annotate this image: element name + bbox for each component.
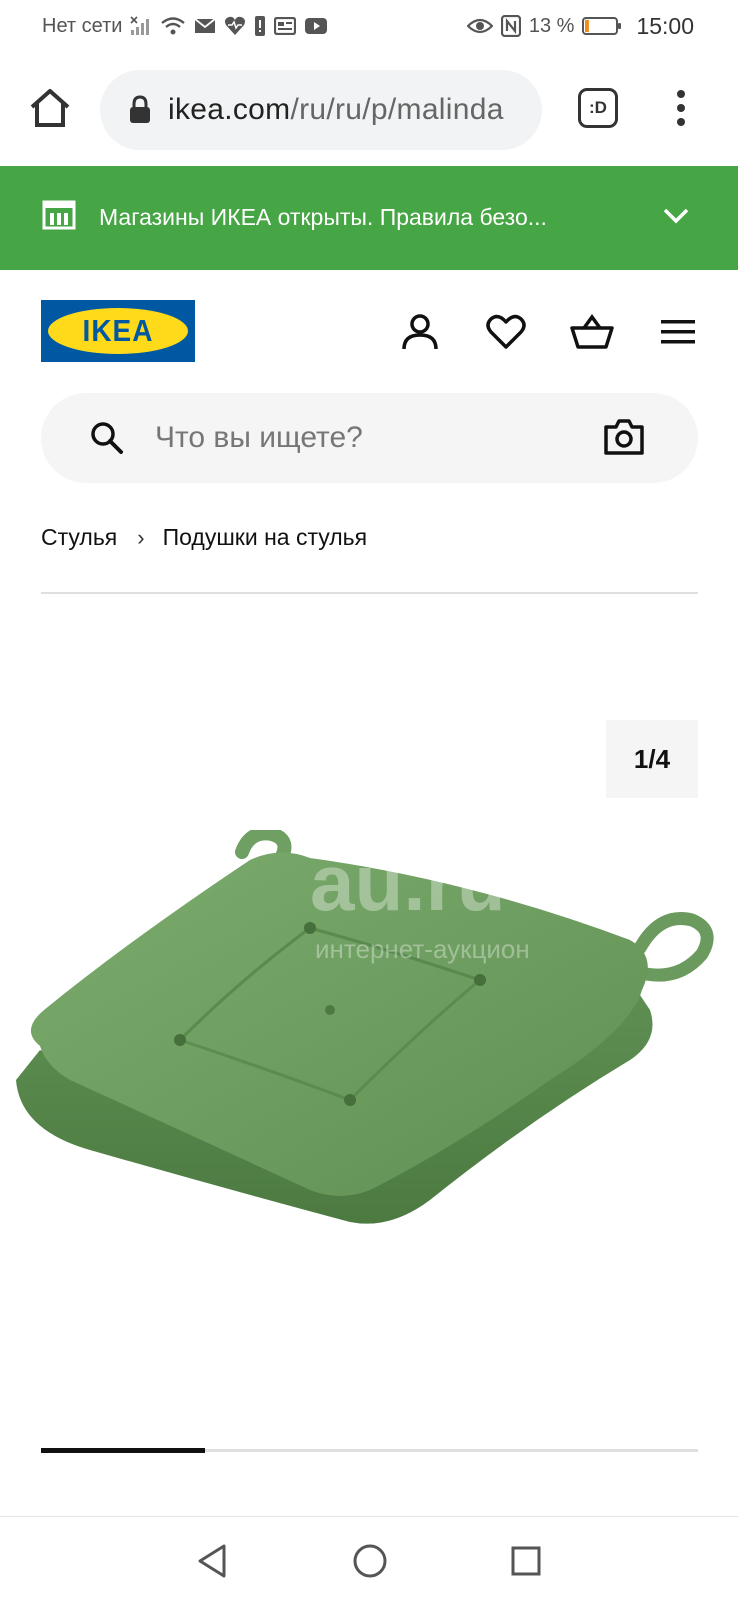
hamburger-icon [661, 320, 695, 344]
person-icon [402, 314, 438, 350]
recents-button[interactable] [506, 1541, 546, 1581]
browser-toolbar: ikea.com/ru/ru/p/malinda :D [0, 62, 738, 158]
news-icon [274, 17, 297, 35]
battery-icon [582, 16, 622, 36]
logo-ellipse: IKEA [48, 308, 188, 354]
address-bar[interactable]: ikea.com/ru/ru/p/malinda [100, 70, 542, 150]
banner-text: Магазины ИКЕА открыты. Правила безо... [99, 204, 547, 230]
url-text: ikea.com/ru/ru/p/malinda [168, 93, 504, 127]
divider [41, 592, 698, 594]
mail-icon [194, 17, 216, 35]
basket-icon [570, 314, 614, 349]
status-bar-right: 13 % 15:00 [466, 12, 694, 40]
ikea-logo[interactable]: IKEA [41, 300, 195, 362]
system-navigation-bar [0, 1516, 738, 1600]
cart-button[interactable] [570, 310, 614, 354]
health-icon [224, 16, 246, 36]
breadcrumb: Стулья › Подушки на стулья [41, 524, 367, 551]
back-triangle-icon [198, 1544, 226, 1578]
home-circle-icon [353, 1544, 387, 1578]
clock: 15:00 [636, 12, 694, 39]
heart-icon [486, 314, 526, 349]
lock-icon [130, 95, 150, 123]
hamburger-menu-button[interactable] [656, 310, 700, 354]
browser-menu-button[interactable] [666, 84, 696, 132]
logo-text: IKEA [82, 313, 154, 348]
home-icon [30, 89, 70, 127]
menu-dot [677, 90, 685, 98]
status-bar: Нет сети 13 % 15:00 [0, 0, 738, 52]
url-host: ikea.com [168, 93, 291, 126]
wishlist-button[interactable] [484, 310, 528, 354]
camera-icon[interactable] [603, 417, 645, 457]
eye-icon [466, 17, 493, 35]
breadcrumb-item-chair-pads[interactable]: Подушки на стулья [163, 524, 368, 551]
breadcrumb-separator: › [137, 524, 145, 550]
breadcrumb-item-chairs[interactable]: Стулья [41, 524, 117, 551]
watermark-caption: интернет-аукцион [315, 934, 530, 964]
store-icon [42, 200, 76, 230]
menu-dot [677, 118, 685, 126]
gallery-progress[interactable] [41, 1448, 698, 1453]
wifi-icon [160, 16, 186, 36]
product-image[interactable]: au.ru интернет-аукцион [10, 830, 730, 1270]
youtube-icon [304, 17, 328, 35]
watermark-logo: au.ru [310, 838, 506, 927]
alert-icon [254, 15, 266, 37]
menu-dot [677, 104, 685, 112]
battery-percent: 13 % [528, 14, 575, 37]
search-bar [41, 393, 698, 483]
home-nav-button[interactable] [350, 1541, 390, 1581]
recents-square-icon [511, 1546, 541, 1576]
url-path: /ru/ru/p/malinda [290, 93, 504, 126]
back-button[interactable] [192, 1541, 232, 1581]
image-counter: 1/4 [606, 720, 698, 798]
account-button[interactable] [398, 310, 442, 354]
search-input[interactable] [155, 415, 585, 461]
status-bar-left: Нет сети [42, 15, 328, 38]
nfc-icon [500, 15, 521, 37]
gallery-progress-fill [41, 1448, 206, 1453]
home-button[interactable] [26, 84, 74, 132]
signal-icon [130, 16, 152, 36]
carrier-label: Нет сети [42, 14, 123, 37]
search-icon[interactable] [89, 420, 125, 456]
store-info-banner[interactable]: Магазины ИКЕА открыты. Правила безо... [0, 166, 738, 270]
tab-switcher-button[interactable]: :D [578, 88, 618, 128]
chevron-down-icon[interactable] [662, 206, 690, 226]
